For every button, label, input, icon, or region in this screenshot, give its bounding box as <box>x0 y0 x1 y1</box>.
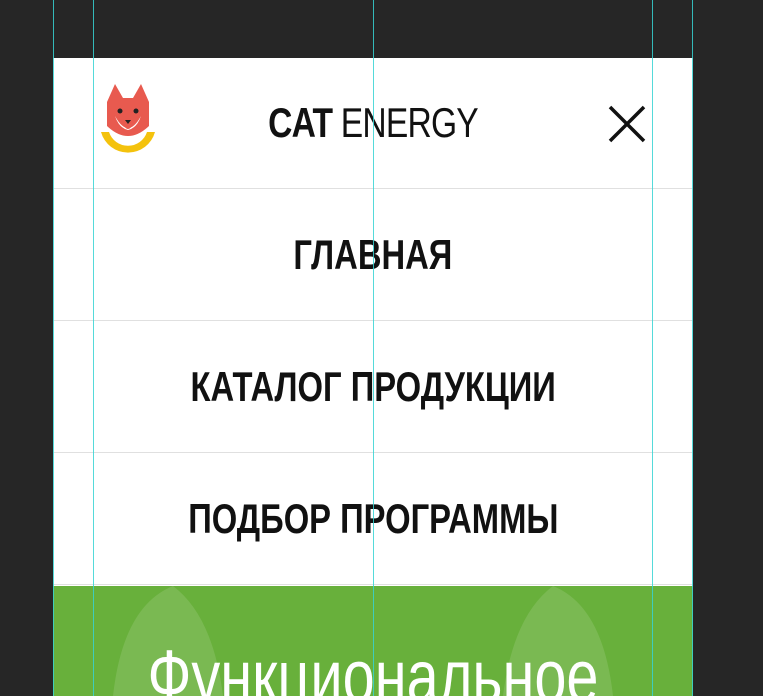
layout-guide <box>652 0 653 696</box>
brand-light: ENERGY <box>340 99 479 146</box>
layout-guide <box>93 0 94 696</box>
layout-guide <box>692 0 693 696</box>
brand-bold: CAT <box>268 99 333 146</box>
layout-guide <box>53 0 54 696</box>
layout-guide <box>373 0 374 696</box>
close-icon[interactable] <box>606 103 648 145</box>
